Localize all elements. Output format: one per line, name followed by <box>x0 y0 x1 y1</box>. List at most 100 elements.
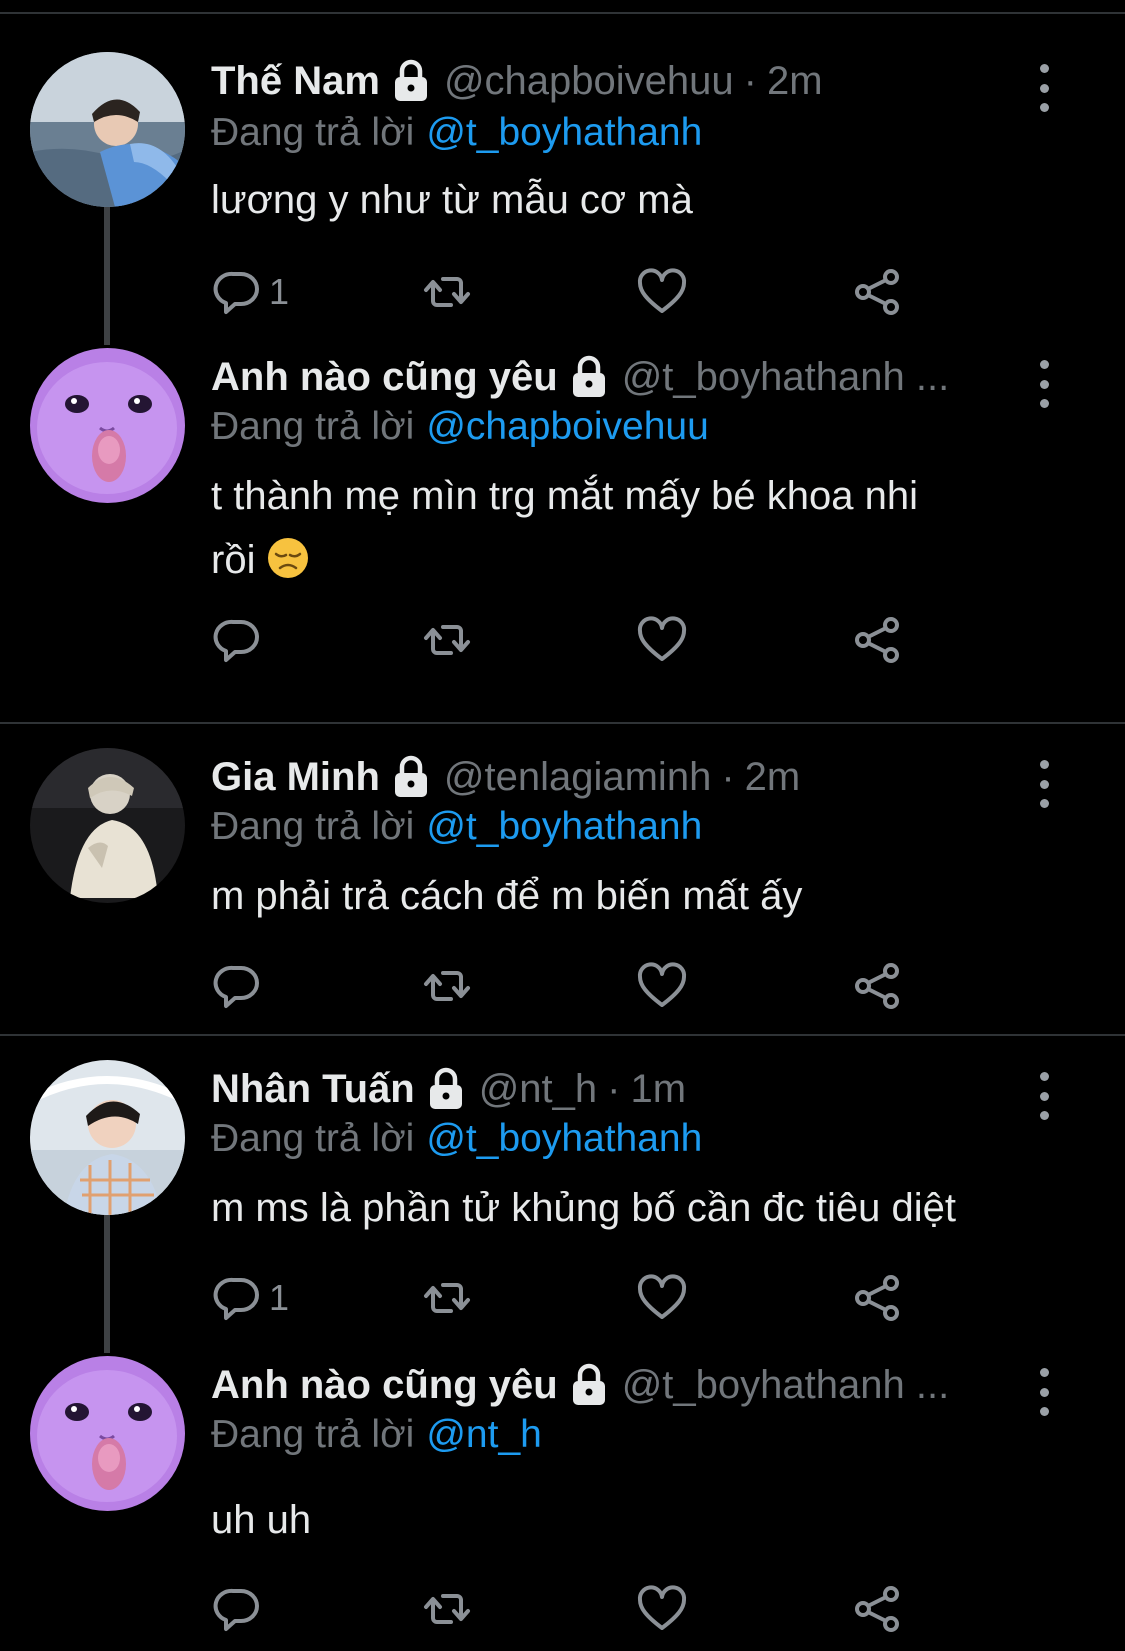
username[interactable]: @chapboivehuu <box>444 54 734 108</box>
like-button[interactable] <box>636 1581 688 1637</box>
avatar[interactable] <box>30 1060 185 1215</box>
reply-button[interactable] <box>211 1581 263 1637</box>
tweet-header: Thế Nam @chapboivehuu · 2m <box>211 54 823 108</box>
retweet-icon <box>421 266 473 318</box>
more-vertical-icon[interactable] <box>1030 1068 1058 1124</box>
like-button[interactable] <box>636 1270 688 1326</box>
display-name[interactable]: Anh nào cũng yêu <box>211 1358 558 1412</box>
lock-icon <box>570 355 608 399</box>
thread-line <box>104 1215 110 1353</box>
more-vertical-icon[interactable] <box>1030 756 1058 812</box>
timestamp[interactable]: 1m <box>631 1062 687 1116</box>
avatar[interactable] <box>30 52 185 207</box>
replying-to-handle[interactable]: @t_boyhathanh <box>426 1117 702 1160</box>
thread-separator <box>0 1034 1125 1036</box>
replying-to-label: Đang trả lời <box>211 1117 415 1160</box>
replying-to: Đang trả lời @nt_h <box>211 1410 542 1460</box>
heart-icon <box>636 266 688 318</box>
retweet-button[interactable] <box>421 958 473 1014</box>
lock-icon <box>570 1363 608 1407</box>
retweet-icon <box>421 960 473 1012</box>
display-name[interactable]: Gia Minh <box>211 750 380 804</box>
reply-count: 1 <box>269 271 290 312</box>
more-vertical-icon[interactable] <box>1030 60 1058 116</box>
replying-to-handle[interactable]: @chapboivehuu <box>426 405 708 448</box>
share-button[interactable] <box>851 1270 903 1326</box>
separator-dot: · <box>607 1067 621 1111</box>
share-icon <box>851 266 903 318</box>
replying-to-label: Đang trả lời <box>211 405 415 448</box>
replying-to-handle[interactable]: @nt_h <box>426 1413 542 1456</box>
display-name[interactable]: Anh nào cũng yêu <box>211 350 558 404</box>
tweet-header: Nhân Tuấn @nt_h · 1m <box>211 1062 686 1116</box>
reply-button[interactable] <box>211 958 263 1014</box>
heart-icon <box>636 960 688 1012</box>
share-button[interactable] <box>851 1581 903 1637</box>
separator-dot: · <box>721 755 735 799</box>
replying-to-handle[interactable]: @t_boyhathanh <box>426 111 702 154</box>
reply-button[interactable]: 1 <box>211 1270 289 1326</box>
tweet-text: uh uh <box>211 1498 312 1542</box>
thread-line <box>104 207 110 345</box>
reply-feed: Thế Nam @chapboivehuu · 2m Đang trả lời @… <box>0 0 1125 1651</box>
retweet-icon <box>421 614 473 666</box>
retweet-button[interactable] <box>421 1581 473 1637</box>
retweet-icon <box>421 1583 473 1635</box>
replying-to: Đang trả lời @t_boyhathanh <box>211 1114 702 1164</box>
retweet-button[interactable] <box>421 264 473 320</box>
username[interactable]: @t_boyhathanh ... <box>622 350 950 404</box>
username[interactable]: @tenlagiaminh <box>444 750 711 804</box>
disappointed-face-emoji <box>267 538 308 578</box>
replying-to-label: Đang trả lời <box>211 111 415 154</box>
reply-bubble-icon <box>211 614 263 666</box>
retweet-button[interactable] <box>421 1270 473 1326</box>
username[interactable]: @t_boyhathanh ... <box>622 1358 950 1412</box>
display-name[interactable]: Nhân Tuấn <box>211 1062 415 1116</box>
separator-dot: · <box>743 59 757 103</box>
avatar[interactable] <box>30 748 185 903</box>
share-button[interactable] <box>851 264 903 320</box>
tweet-header: Anh nào cũng yêu @t_boyhathanh ... <box>211 350 949 404</box>
replying-to: Đang trả lời @t_boyhathanh <box>211 108 702 158</box>
share-icon <box>851 960 903 1012</box>
reply-button[interactable]: 1 <box>211 264 289 320</box>
replying-to-label: Đang trả lời <box>211 1413 415 1456</box>
reply-count: 1 <box>269 1277 290 1318</box>
tweet-actions <box>211 958 911 1014</box>
retweet-button[interactable] <box>421 612 473 668</box>
tweet-text-word: rồi <box>211 538 256 582</box>
timestamp[interactable]: 2m <box>767 54 823 108</box>
share-icon <box>851 614 903 666</box>
more-vertical-icon[interactable] <box>1030 356 1058 412</box>
share-icon <box>851 1272 903 1324</box>
reply-bubble-icon <box>211 1272 263 1324</box>
replying-to: Đang trả lời @t_boyhathanh <box>211 802 702 852</box>
heart-icon <box>636 614 688 666</box>
tweet-actions <box>211 612 911 668</box>
replying-to-label: Đang trả lời <box>211 805 415 848</box>
share-button[interactable] <box>851 958 903 1014</box>
tweet-actions: 1 <box>211 1270 911 1326</box>
reply-button[interactable] <box>211 612 263 668</box>
avatar[interactable] <box>30 1356 185 1511</box>
share-button[interactable] <box>851 612 903 668</box>
lock-icon <box>392 59 430 103</box>
replying-to-handle[interactable]: @t_boyhathanh <box>426 805 702 848</box>
heart-icon <box>636 1272 688 1324</box>
tweet-actions <box>211 1581 911 1637</box>
display-name[interactable]: Thế Nam <box>211 54 380 108</box>
like-button[interactable] <box>636 612 688 668</box>
like-button[interactable] <box>636 958 688 1014</box>
tweet-text: m ms là phần tử khủng bố cần đc tiêu diệ… <box>211 1186 956 1230</box>
more-vertical-icon[interactable] <box>1030 1364 1058 1420</box>
replying-to: Đang trả lời @chapboivehuu <box>211 402 709 452</box>
heart-icon <box>636 1583 688 1635</box>
tweet-text: m phải trả cách để m biến mất ấy <box>211 874 803 918</box>
tweet-text: lương y như từ mẫu cơ mà <box>211 178 693 222</box>
timestamp[interactable]: 2m <box>745 750 801 804</box>
like-button[interactable] <box>636 264 688 320</box>
username[interactable]: @nt_h <box>479 1062 597 1116</box>
share-icon <box>851 1583 903 1635</box>
avatar[interactable] <box>30 348 185 503</box>
tweet-text-line: rồi <box>211 528 1031 592</box>
